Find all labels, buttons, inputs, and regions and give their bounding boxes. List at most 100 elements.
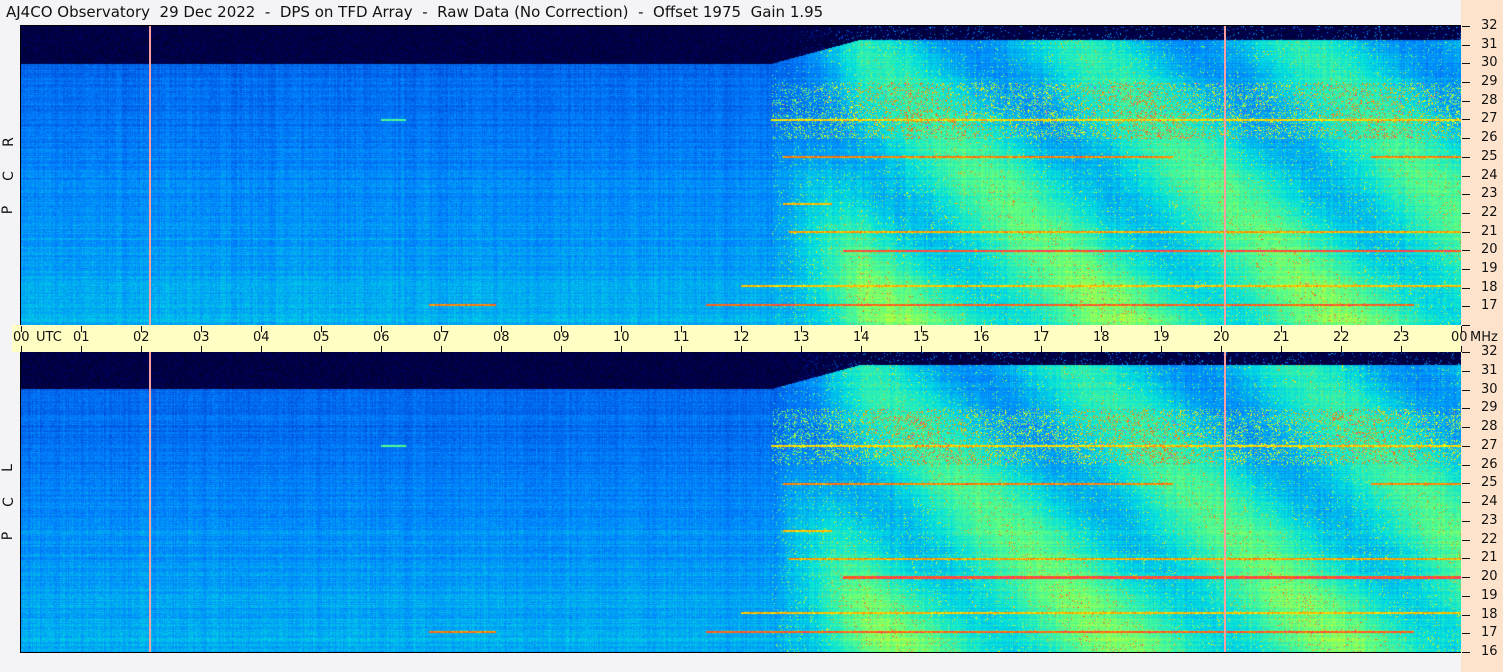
x-tick-mark (81, 346, 82, 352)
y-tick-label: 23 (1481, 512, 1498, 528)
y-tick-mark (1462, 44, 1470, 46)
y-tick-mark (1462, 577, 1470, 578)
y-tick-mark (1462, 633, 1470, 635)
x-tick-label: 00 (1451, 330, 1468, 345)
x-tick-mark (261, 346, 262, 352)
x-tick-label: 13 (793, 330, 810, 345)
x-tick-label: 23 (1393, 330, 1410, 345)
y-tick-label: 16 (1481, 644, 1498, 659)
y-tick-label: 23 (1481, 186, 1498, 202)
y-tick-label: 25 (1481, 475, 1498, 491)
y-tick-mark (1462, 445, 1470, 447)
y-tick-label: 32 (1481, 18, 1498, 33)
y-tick-label: 27 (1481, 437, 1498, 453)
y-tick-mark (1462, 287, 1470, 289)
y-tick-label: 31 (1481, 362, 1498, 378)
x-tick-label: 01 (73, 330, 90, 345)
y-tick-label: 22 (1481, 531, 1498, 547)
x-tick-label: 06 (373, 330, 390, 345)
y-tick-label: 21 (1481, 550, 1498, 566)
y-tick-label: 21 (1481, 223, 1498, 239)
x-tick-label: 09 (553, 330, 570, 345)
y-tick-mark (1462, 138, 1470, 140)
y-tick-mark (1462, 82, 1470, 84)
y-tick-mark (1462, 231, 1470, 233)
x-tick-label: 08 (493, 330, 510, 345)
polarization-label: L (0, 464, 16, 472)
polarization-label: C (0, 497, 17, 507)
y-tick-mark (1462, 325, 1470, 326)
y-tick-mark (1462, 268, 1470, 270)
y-tick-mark (1462, 119, 1470, 121)
x-tick-label: 11 (673, 330, 690, 345)
y-tick-mark (1462, 539, 1470, 541)
x-tick-mark (501, 346, 502, 352)
x-tick-mark (1161, 346, 1162, 352)
x-tick-mark (1401, 346, 1402, 352)
x-tick-mark (861, 346, 862, 352)
x-tick-label: 03 (193, 330, 210, 345)
x-tick-label: 17 (1033, 330, 1050, 345)
y-tick-mark (1462, 352, 1470, 353)
polarization-label: P (0, 531, 17, 541)
y-tick-mark (1462, 100, 1470, 102)
x-tick-mark (1101, 346, 1102, 352)
x-tick-label: 15 (913, 330, 930, 345)
y-tick-mark (1462, 558, 1470, 560)
x-tick-label: 07 (433, 330, 450, 345)
x-tick-mark (921, 346, 922, 352)
y-tick-label: 20 (1481, 569, 1498, 584)
y-tick-label: 29 (1481, 400, 1498, 416)
y-tick-mark (1462, 464, 1470, 466)
y-tick-mark (1462, 614, 1470, 616)
x-tick-mark (381, 346, 382, 352)
x-tick-label: 21 (1273, 330, 1290, 345)
x-tick-mark (1041, 346, 1042, 352)
y-tick-label: 28 (1481, 419, 1498, 434)
y-tick-label: 24 (1481, 494, 1498, 509)
x-tick-mark (1281, 346, 1282, 352)
y-tick-label: 18 (1481, 279, 1498, 295)
x-tick-mark (441, 346, 442, 352)
y-tick-mark (1462, 212, 1470, 214)
x-tick-label: 02 (133, 330, 150, 345)
x-tick-label: 12 (733, 330, 750, 345)
x-tick-label: 05 (313, 330, 330, 345)
x-tick-label: 18 (1093, 330, 1110, 345)
y-tick-mark (1462, 502, 1470, 503)
x-tick-label: 04 (253, 330, 270, 345)
y-tick-mark (1462, 370, 1470, 372)
x-tick-mark (321, 346, 322, 352)
spectrogram-lcp (21, 352, 1461, 652)
time-marker-line (149, 26, 151, 325)
y-tick-label: 30 (1481, 381, 1498, 397)
x-tick-label: 19 (1153, 330, 1170, 345)
y-tick-label: 26 (1481, 130, 1498, 146)
y-tick-label: 25 (1481, 148, 1498, 164)
x-tick-label: 00 (13, 330, 30, 345)
y-tick-mark (1462, 26, 1470, 27)
y-tick-mark (1462, 483, 1470, 485)
y-tick-mark (1462, 520, 1470, 522)
x-tick-label: 10 (613, 330, 630, 345)
x-tick-mark (681, 346, 682, 352)
y-tick-label: 26 (1481, 456, 1498, 472)
y-tick-label: 29 (1481, 74, 1498, 90)
polarization-label: C (0, 171, 17, 181)
y-tick-label: 17 (1481, 298, 1498, 314)
y-tick-label: 31 (1481, 36, 1498, 52)
x-tick-label: 14 (853, 330, 870, 345)
y-tick-label: 32 (1481, 344, 1498, 359)
spectrogram-rcp (21, 26, 1461, 325)
y-tick-mark (1462, 306, 1470, 308)
y-tick-label: 22 (1481, 204, 1498, 220)
y-tick-mark (1462, 175, 1470, 177)
y-tick-mark (1462, 408, 1470, 410)
x-tick-mark (141, 346, 142, 352)
y-tick-label: 27 (1481, 111, 1498, 127)
y-tick-label: 20 (1481, 242, 1498, 258)
y-tick-label: 17 (1481, 625, 1498, 641)
y-tick-label: 28 (1481, 92, 1498, 108)
time-marker-line (149, 352, 151, 652)
x-tick-mark (801, 346, 802, 352)
